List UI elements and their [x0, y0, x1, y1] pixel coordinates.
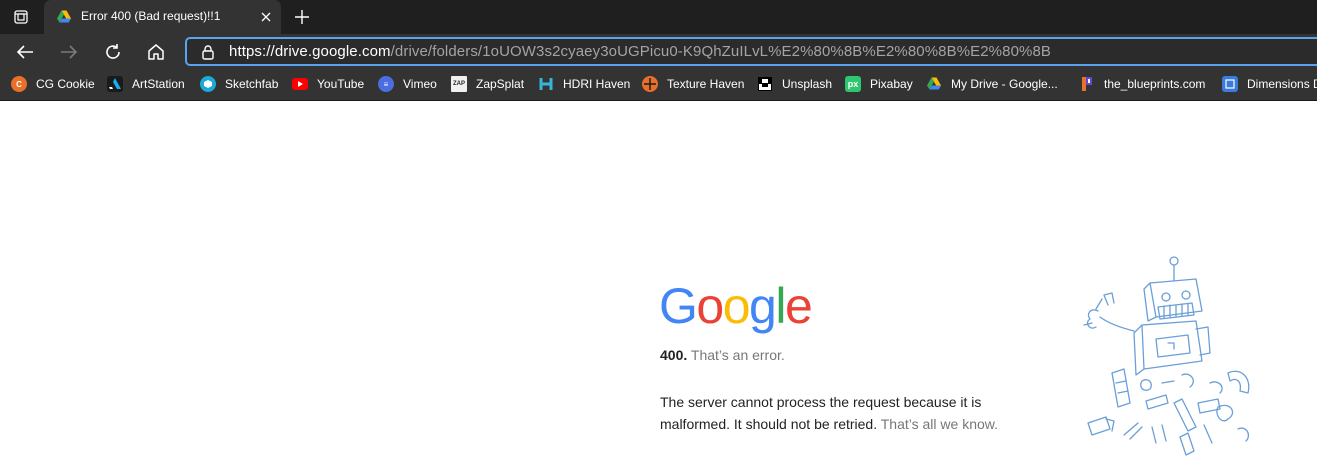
error-message-muted: That’s all we know. — [880, 416, 998, 432]
bookmark-vimeo[interactable]: ≡ Vimeo — [378, 75, 437, 93]
tab-title: Error 400 (Bad request)!!1 — [81, 9, 221, 23]
logo-letter: G — [659, 278, 698, 334]
youtube-icon — [292, 78, 308, 90]
texturehaven-icon — [642, 76, 658, 92]
hdrihaven-icon — [538, 76, 554, 92]
bookmark-sketchfab[interactable]: Sketchfab — [200, 75, 278, 93]
url-text: https://drive.google.com/drive/folders/1… — [229, 43, 1051, 60]
close-icon[interactable] — [257, 8, 275, 26]
url-path: /drive/folders/1oUOW3s2cyaey3oUGPicu0-K9… — [390, 43, 1051, 60]
unsplash-icon — [757, 76, 773, 92]
error-code: 400. — [660, 347, 688, 363]
dimensions-icon — [1222, 76, 1238, 92]
cgcookie-icon: C — [11, 76, 27, 92]
bookmark-hdri-haven[interactable]: HDRI Haven — [538, 75, 630, 93]
zapsplat-icon: ZAP — [451, 76, 467, 92]
lock-icon[interactable] — [200, 44, 216, 60]
pixabay-icon: px — [845, 76, 861, 92]
reload-button[interactable] — [99, 38, 127, 66]
bookmark-label: Vimeo — [403, 77, 437, 91]
tab-strip: Error 400 (Bad request)!!1 — [0, 0, 1317, 34]
toolbar: https://drive.google.com/drive/folders/1… — [0, 34, 1317, 68]
error-title: That’s an error. — [690, 347, 785, 363]
vimeo-icon: ≡ — [378, 76, 394, 92]
error-message: The server cannot process the request be… — [660, 391, 1030, 435]
broken-robot-illustration — [1083, 256, 1250, 456]
bookmark-dimensions[interactable]: Dimensions D — [1222, 75, 1317, 93]
bookmark-label: YouTube — [317, 77, 365, 91]
bookmark-label: Pixabay — [870, 77, 913, 91]
bookmark-label: Texture Haven — [667, 77, 745, 91]
forward-button[interactable] — [55, 38, 83, 66]
bookmark-artstation[interactable]: ArtStation — [107, 75, 185, 93]
google-logo: Google — [659, 278, 813, 334]
tab-active[interactable]: Error 400 (Bad request)!!1 — [44, 0, 281, 34]
home-button[interactable] — [142, 38, 170, 66]
bookmark-unsplash[interactable]: Unsplash — [757, 75, 832, 93]
bookmark-the-blueprints[interactable]: the_blueprints.com — [1079, 75, 1205, 93]
arrow-right-icon — [61, 45, 78, 59]
back-button[interactable] — [11, 38, 39, 66]
bookmark-label: ZapSplat — [476, 77, 525, 91]
new-tab-button[interactable] — [290, 5, 314, 29]
bookmark-zapsplat[interactable]: ZAP ZapSplat — [451, 75, 524, 93]
arrow-left-icon — [16, 45, 33, 59]
bookmark-youtube[interactable]: YouTube — [292, 75, 364, 93]
bookmark-label: HDRI Haven — [563, 77, 631, 91]
google-drive-icon — [56, 9, 72, 25]
bookmark-label: My Drive - Google... — [951, 77, 1058, 91]
blueprints-icon — [1079, 76, 1095, 92]
bookmark-cg-cookie[interactable]: C CG Cookie — [11, 75, 95, 93]
bookmark-label: ArtStation — [132, 77, 185, 91]
address-bar[interactable]: https://drive.google.com/drive/folders/1… — [185, 37, 1317, 66]
error-heading: 400. That’s an error. — [660, 347, 785, 363]
sketchfab-icon — [200, 76, 216, 92]
logo-letter: o — [722, 278, 751, 334]
google-drive-icon — [926, 76, 942, 92]
tab-actions-icon[interactable] — [8, 5, 34, 29]
bookmark-label: the_blueprints.com — [1104, 77, 1206, 91]
logo-letter: g — [749, 278, 777, 334]
logo-letter: o — [696, 278, 724, 334]
bookmark-label: CG Cookie — [36, 77, 95, 91]
bookmarks-bar: C CG Cookie ArtStation Sketchfab YouTube… — [0, 68, 1317, 101]
bookmark-my-drive[interactable]: My Drive - Google... — [926, 75, 1058, 93]
home-icon — [148, 44, 164, 60]
bookmark-texture-haven[interactable]: Texture Haven — [642, 75, 744, 93]
url-host: https://drive.google.com — [229, 43, 391, 60]
refresh-icon — [106, 44, 120, 59]
bookmark-label: Dimensions D — [1247, 77, 1317, 91]
bookmark-label: Sketchfab — [225, 77, 279, 91]
artstation-icon — [107, 76, 123, 92]
logo-letter: e — [784, 278, 813, 334]
logo-letter: l — [775, 278, 786, 334]
bookmark-pixabay[interactable]: px Pixabay — [845, 75, 913, 93]
bookmark-label: Unsplash — [782, 77, 833, 91]
